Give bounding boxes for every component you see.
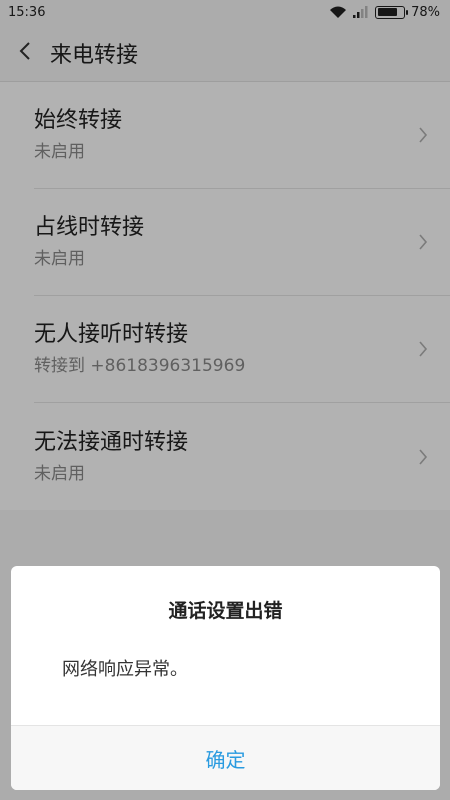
dialog-message: 网络响应异常。 (62, 659, 188, 680)
confirm-button[interactable]: 确定 (11, 726, 440, 790)
error-dialog: 通话设置出错 网络响应异常。 确定 (11, 566, 440, 790)
dialog-title: 通话设置出错 (168, 600, 283, 622)
